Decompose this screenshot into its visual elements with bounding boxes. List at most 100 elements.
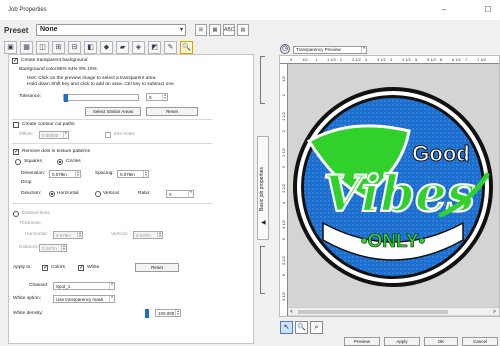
tolerance-slider[interactable] xyxy=(63,94,139,102)
vertical-radio[interactable] xyxy=(95,191,101,197)
white-density-input[interactable]: 100.000 ▴ ▾ xyxy=(155,309,181,317)
offset-select[interactable]: 0.00000 ▾ xyxy=(39,131,69,139)
spinner-icon[interactable]: ▴ ▾ xyxy=(77,231,82,238)
apply-reset-button[interactable]: Reset xyxy=(135,263,179,272)
spinner-icon[interactable]: ▴ ▾ xyxy=(162,93,167,100)
spinner-icon[interactable]: ▴ ▾ xyxy=(157,231,162,238)
apply-to-label: Apply to: xyxy=(13,265,32,270)
ok-button[interactable]: OK xyxy=(424,337,458,346)
layout-icon[interactable]: ⊟ xyxy=(68,41,81,54)
spacing-input[interactable]: 0.079in ▴ ▾ xyxy=(117,170,149,178)
preset-text-icon[interactable]: ABC xyxy=(223,24,235,36)
ruler-tick: 4 1/2 xyxy=(402,57,411,62)
select-similar-button[interactable]: Select Similar Areas xyxy=(85,107,141,116)
zoom-icon[interactable]: 🔍 xyxy=(295,321,308,334)
bracket-bottom xyxy=(260,246,265,294)
sticker-group: •ONLY• Good Vibes xyxy=(293,87,493,287)
remove-dots-checkbox[interactable]: ✓ xyxy=(13,149,19,155)
dimension-input[interactable]: 0.079in ▴ ▾ xyxy=(49,170,81,178)
colors-checkbox[interactable]: ✓ xyxy=(42,265,48,271)
white-checkbox[interactable]: ✓ xyxy=(78,265,84,271)
cancel-button[interactable]: Cancel xyxy=(462,337,498,346)
spacing-value: 0.079in xyxy=(120,172,135,177)
white-option-select[interactable]: Use transparency mask ▾ xyxy=(53,295,115,303)
horizontal-scrollbar[interactable]: < > xyxy=(288,307,499,315)
slider-thumb[interactable] xyxy=(64,94,68,102)
clock-icon[interactable]: ◷ xyxy=(280,44,290,54)
squares-radio[interactable] xyxy=(15,159,21,165)
apply-button[interactable]: Apply xyxy=(384,337,420,346)
marks-icon[interactable]: ⊞ xyxy=(52,41,65,54)
transparency-reset-button[interactable]: Reset xyxy=(146,107,198,116)
special-icon[interactable]: ✎ xyxy=(164,41,177,54)
circles-radio[interactable] xyxy=(57,159,63,165)
horizontal-radio[interactable] xyxy=(49,191,55,197)
vibes-text: Vibes xyxy=(323,164,475,223)
scroll-left-icon[interactable]: < xyxy=(290,309,293,315)
dashed-lines-label: Dashed lines xyxy=(22,211,50,216)
spinner-icon[interactable]: ▴ ▾ xyxy=(75,170,80,177)
spinner-icon[interactable]: ▴ ▾ xyxy=(143,170,148,177)
distance-input[interactable]: 0.157in ▴ ▾ xyxy=(39,244,67,252)
ruler-tick: 5 xyxy=(281,238,286,241)
horizontal-ruler: 0 1/2 1 1 1/2 2 2 1/2 3 3 1/2 4 4 1/2 5 … xyxy=(280,56,499,64)
dimension-label: Dimension: xyxy=(21,171,45,176)
drop-label: Drop xyxy=(21,180,32,185)
spinner-icon[interactable]: ▴ ▾ xyxy=(61,244,66,251)
page-icon[interactable]: ▦ xyxy=(20,41,33,54)
preset-list-icon[interactable]: ▤ xyxy=(237,24,249,36)
channel-value: Spot_1 xyxy=(56,284,71,289)
ruler-tick: 1 1/2 xyxy=(281,112,286,121)
trim-holes-checkbox[interactable] xyxy=(105,132,111,138)
spot-icon[interactable]: ▰ xyxy=(116,41,129,54)
only-text: •ONLY• xyxy=(361,231,426,252)
image-icon[interactable]: ◧ xyxy=(84,41,97,54)
ruler-tick: 1 xyxy=(315,57,318,62)
divider xyxy=(12,203,212,204)
preview-button[interactable]: Preview xyxy=(344,337,380,346)
artwork-preview: •ONLY• Good Vibes xyxy=(289,65,499,307)
white-label: White xyxy=(87,265,100,270)
maximize-button[interactable]: ☐ xyxy=(482,4,494,16)
channel-select[interactable]: Spot_1 ▾ xyxy=(53,282,115,290)
fit-icon[interactable]: ⌕ xyxy=(310,321,323,334)
pointer-icon[interactable]: ↖ xyxy=(280,321,293,334)
minimize-button[interactable]: – xyxy=(438,4,450,16)
chevron-down-icon: ▾ xyxy=(109,282,114,289)
ratio-select[interactable]: 0 ▾ xyxy=(166,190,194,198)
chevron-down-icon: ▾ xyxy=(188,190,193,197)
ruler-tick: 6 xyxy=(440,57,443,62)
job-icon[interactable]: ▣ xyxy=(4,41,17,54)
contour-checkbox[interactable] xyxy=(13,122,19,128)
spinner-icon[interactable]: ▴ ▾ xyxy=(175,309,180,316)
tolerance-input[interactable]: 0 ▴ ▾ xyxy=(146,93,168,101)
crop-icon[interactable]: ◩ xyxy=(148,41,161,54)
thickness-label: Thickness xyxy=(19,221,41,226)
density-slider-thumb[interactable] xyxy=(145,309,149,318)
color-icon[interactable]: ◆ xyxy=(100,41,113,54)
squares-label: Squares xyxy=(24,159,42,164)
vertical-ruler: 1/2 1 1 1/2 2 2 1/2 3 3 1/2 4 4 1/2 5 5 … xyxy=(280,64,288,316)
preview-mode-select[interactable]: Transparency Preview ▾ xyxy=(293,46,367,54)
scroll-right-icon[interactable]: > xyxy=(493,309,496,315)
expand-arrow-icon[interactable]: ◀ xyxy=(261,219,266,226)
good-text: Good xyxy=(412,141,469,166)
preset-value: None xyxy=(40,26,58,33)
preset-select[interactable]: None ▾ xyxy=(36,24,186,36)
scroll-thumb[interactable] xyxy=(298,310,448,314)
search-icon[interactable]: 🔍 xyxy=(180,41,193,54)
tile-icon[interactable]: ◫ xyxy=(36,41,49,54)
dashed-lines-radio[interactable] xyxy=(13,211,19,217)
ruler-tick: 3 xyxy=(281,166,286,169)
transparency-icon[interactable]: ◈ xyxy=(132,41,145,54)
preview-canvas[interactable]: 0 1/2 1 1 1/2 2 2 1/2 3 3 1/2 4 4 1/2 5 … xyxy=(279,55,500,317)
preset-edit-icon[interactable]: ▦ xyxy=(209,24,221,36)
overlap-horizontal-input[interactable]: 0.079in ▴ ▾ xyxy=(53,231,83,239)
preset-save-icon[interactable]: ⊞ xyxy=(195,24,207,36)
overlap-vertical-input[interactable]: 0.037in ▴ ▾ xyxy=(133,231,163,239)
job-properties-window: Job Properties – ☐ Preset None ▾ ⊞ ▦ ABC… xyxy=(0,0,500,346)
chevron-down-icon: ▾ xyxy=(109,295,114,302)
dimension-value: 0.079in xyxy=(52,172,67,177)
ruler-tick: 5 xyxy=(415,57,418,62)
create-transparent-checkbox[interactable]: ✓ xyxy=(12,58,18,64)
